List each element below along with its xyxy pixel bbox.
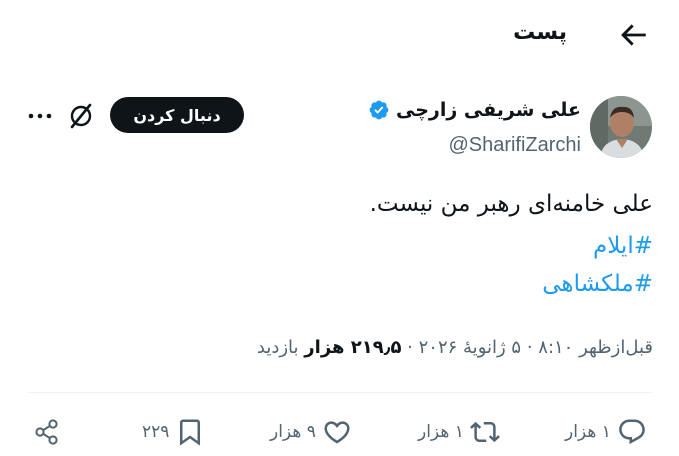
reply-icon [619,419,645,445]
tweet-date[interactable]: ۵ ژانویهٔ ۲۰۲۶ [419,337,521,358]
reply-count: ۱ هزار [565,422,611,442]
views-label: بازدید [256,337,299,358]
hashtag-link[interactable]: #ملکشاهی [542,271,653,297]
avatar-image [590,96,652,158]
share-button[interactable] [32,414,62,450]
avatar[interactable] [590,96,652,158]
separator-dot: · [401,337,413,358]
retweet-count: ۱ هزار [418,422,464,442]
retweet-button[interactable]: ۱ هزار [418,414,500,450]
grok-icon[interactable] [66,101,96,131]
share-icon [35,419,58,445]
bookmark-button[interactable]: ۲۲۹ [142,414,205,450]
more-options-icon[interactable] [26,102,54,130]
verified-badge-icon [369,100,389,120]
tweet-time[interactable]: قبل‌ازظهر ۸:۱۰ [538,337,653,358]
author-name[interactable]: علی شریفی زارچی [396,99,581,121]
author-handle[interactable]: @SharifiZarchi [448,134,581,157]
author-name-row: علی شریفی زارچی [368,99,581,121]
retweet-icon [469,421,500,443]
hashtag-link[interactable]: #ایلام [593,233,653,259]
like-count: ۹ هزار [270,422,316,442]
reply-button[interactable]: ۱ هزار [565,414,647,450]
heart-icon [324,421,350,444]
tweet-text: علی خامنه‌ای رهبر من نیست. [369,191,653,217]
separator-dot: · [521,337,533,358]
views-count: ۲۱۹٫۵ هزار [304,337,402,358]
bookmark-icon [180,419,201,446]
divider [28,392,653,393]
back-button[interactable] [616,18,650,52]
tweet-meta: قبل‌ازظهر ۸:۱۰ · ۵ ژانویهٔ ۲۰۲۶ · ۲۱۹٫۵ … [257,337,653,358]
like-button[interactable]: ۹ هزار [270,414,352,450]
arrow-left-icon [621,24,646,46]
bookmark-count: ۲۲۹ [142,422,170,442]
follow-button[interactable]: دنبال کردن [110,97,244,133]
page-title: پست [513,20,567,45]
